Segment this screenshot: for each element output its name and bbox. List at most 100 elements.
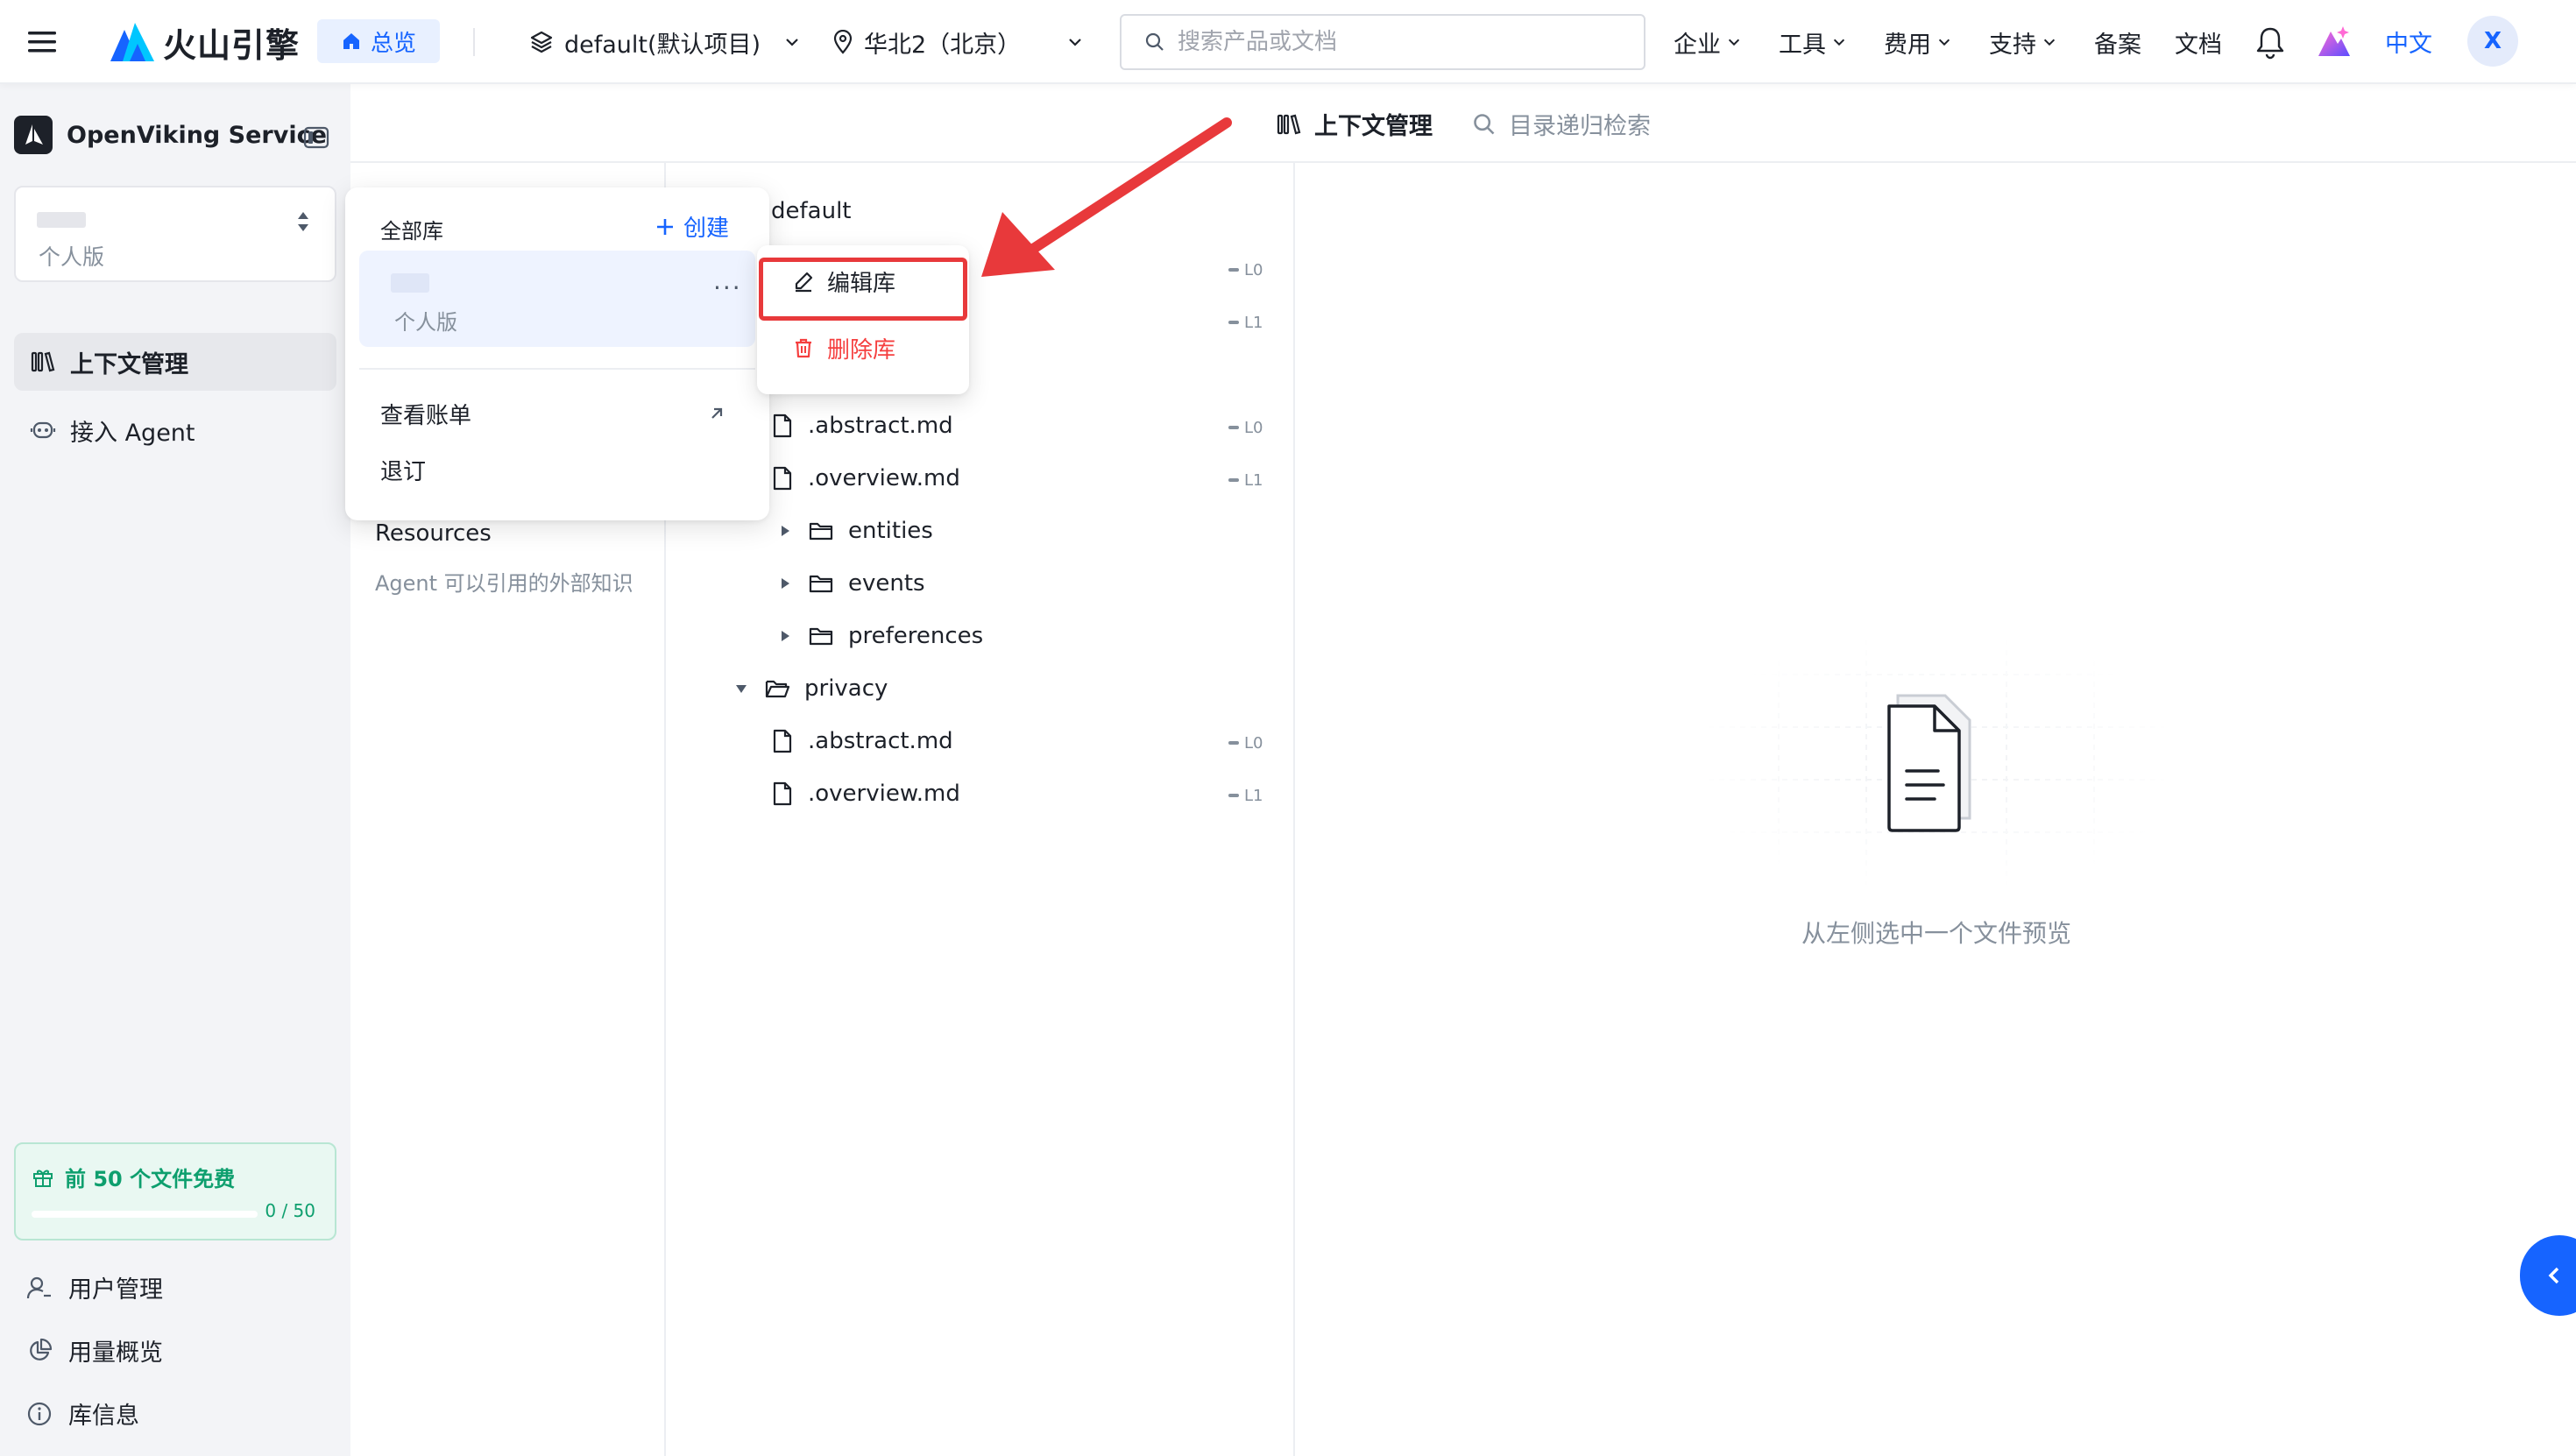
nav-billing[interactable]: 费用 xyxy=(1884,25,1952,60)
search-icon xyxy=(1474,113,1495,134)
tab-context-management[interactable]: 上下文管理 xyxy=(1276,107,1433,141)
tree-row-file[interactable]: .abstract.md xyxy=(771,715,953,767)
library-list-item[interactable]: 个人版 ··· xyxy=(359,251,755,347)
level-tag: L0 xyxy=(1228,732,1263,753)
level-tag: L1 xyxy=(1228,312,1263,333)
file-icon xyxy=(773,466,792,491)
layers-icon xyxy=(530,31,553,53)
sidebar-item-connect-agent[interactable]: 接入 Agent xyxy=(14,401,336,459)
brand-logo[interactable]: 火山引擎 xyxy=(110,19,300,65)
tree-row-file[interactable]: .overview.md xyxy=(771,452,960,505)
external-link-icon[interactable] xyxy=(708,405,725,422)
tree-row-file[interactable]: .overview.md xyxy=(771,767,960,820)
chevron-down-icon xyxy=(2043,39,2056,46)
caret-right-icon[interactable] xyxy=(779,576,791,590)
file-icon xyxy=(773,729,792,753)
sort-icon xyxy=(298,212,308,231)
chevron-down-icon xyxy=(1069,39,1081,46)
gift-icon xyxy=(33,1170,53,1187)
library-selector[interactable]: 个人版 xyxy=(14,186,336,282)
project-selector[interactable]: default(默认项目) xyxy=(529,23,801,61)
delete-library-button[interactable]: 删除库 xyxy=(757,319,969,377)
trash-icon xyxy=(796,338,811,358)
dropdown-header: 全部库 xyxy=(380,219,443,244)
level-tag: L1 xyxy=(1228,785,1263,806)
sidebar-item-label: 上下文管理 xyxy=(70,350,188,378)
library-edition: 个人版 xyxy=(39,244,105,270)
preview-empty-text: 从左侧选中一个文件预览 xyxy=(1801,919,2072,948)
collapse-sidebar-icon[interactable] xyxy=(303,126,329,149)
free-quota-progress xyxy=(32,1211,258,1218)
tab-bar: 上下文管理 目录递归检索 xyxy=(350,84,2576,163)
folder-icon xyxy=(809,522,833,541)
caret-right-icon[interactable] xyxy=(779,524,791,538)
tab-recursive-search[interactable]: 目录递归检索 xyxy=(1472,107,1651,141)
library-name-redacted xyxy=(37,212,86,228)
file-icon xyxy=(773,413,792,438)
service-header: OpenViking Service xyxy=(14,116,327,154)
free-quota-card[interactable]: 前 50 个文件免费 0 / 50 xyxy=(14,1142,336,1240)
free-quota-count: 0 / 50 xyxy=(265,1200,315,1221)
home-icon xyxy=(343,33,359,49)
expand-panel-button[interactable] xyxy=(2520,1235,2576,1316)
search-icon xyxy=(1145,32,1164,51)
level-tag: L1 xyxy=(1228,470,1263,491)
resources-description: Agent 可以引用的外部知识 xyxy=(375,571,633,596)
chevron-down-icon xyxy=(1728,39,1740,46)
unsubscribe-link[interactable]: 退订 xyxy=(380,454,426,486)
file-icon xyxy=(773,781,792,806)
library-icon xyxy=(31,351,55,372)
tree-row-folder[interactable]: events xyxy=(776,557,925,610)
menu-icon[interactable] xyxy=(26,26,58,58)
chevron-down-icon xyxy=(1938,39,1950,46)
nav-enterprise[interactable]: 企业 xyxy=(1674,25,1742,60)
user-avatar[interactable]: X xyxy=(2467,16,2518,67)
tree-row-folder[interactable]: preferences xyxy=(776,610,983,662)
service-name: OpenViking Service xyxy=(67,121,327,149)
pie-chart-icon xyxy=(30,1338,53,1361)
annotation-arrow xyxy=(981,117,1232,277)
sidebar-item-usage-overview[interactable]: 用量概览 xyxy=(26,1333,163,1368)
chevron-down-icon xyxy=(1833,39,1845,46)
chevron-down-icon xyxy=(786,39,798,46)
nav-support[interactable]: 支持 xyxy=(1989,25,2057,60)
project-label: default(默认项目) xyxy=(564,31,761,59)
tree-row-folder-expanded[interactable]: privacy xyxy=(732,662,888,715)
brand-name: 火山引擎 xyxy=(163,25,301,65)
language-switch[interactable]: 中文 xyxy=(2385,25,2432,59)
volcano-logo-icon xyxy=(110,23,154,61)
create-library-button[interactable]: 创建 xyxy=(654,210,729,243)
caret-right-icon[interactable] xyxy=(779,629,791,643)
tree-row-folder[interactable]: entities xyxy=(776,505,933,557)
ai-assistant-icon[interactable] xyxy=(2315,23,2352,60)
library-name-redacted xyxy=(391,273,429,293)
global-search[interactable] xyxy=(1120,14,1645,70)
region-selector[interactable]: 华北2（北京） xyxy=(832,23,1084,61)
resources-category[interactable]: Resources Agent 可以引用的外部知识 xyxy=(375,520,633,597)
view-bill-link[interactable]: 查看账单 xyxy=(380,398,471,430)
search-input[interactable] xyxy=(1178,29,1633,55)
nav-filing[interactable]: 备案 xyxy=(2094,25,2141,60)
nav-tools[interactable]: 工具 xyxy=(1779,25,1847,60)
info-icon xyxy=(27,1402,52,1425)
tree-root-label[interactable]: default xyxy=(771,198,851,224)
user-icon xyxy=(26,1276,51,1298)
tree-row-file[interactable]: .abstract.md xyxy=(771,399,953,452)
sidebar: OpenViking Service 个人版 上下文管理 接入 Agent 前 … xyxy=(0,84,350,1456)
resources-name: Resources xyxy=(375,520,492,547)
sidebar-item-library-info[interactable]: 库信息 xyxy=(26,1396,139,1431)
sidebar-item-label: 接入 Agent xyxy=(70,419,195,447)
bell-icon[interactable] xyxy=(2254,25,2287,60)
more-actions-button[interactable]: ··· xyxy=(713,273,742,302)
top-nav: 企业 工具 费用 支持 备案 文档 xyxy=(1674,23,2255,61)
caret-down-icon[interactable] xyxy=(734,682,748,695)
sidebar-item-context-management[interactable]: 上下文管理 xyxy=(14,333,336,391)
annotation-highlight-box xyxy=(759,258,967,321)
sidebar-item-user-management[interactable]: 用户管理 xyxy=(26,1270,163,1304)
level-tag: L0 xyxy=(1228,417,1263,438)
overview-button[interactable]: 总览 xyxy=(317,19,440,63)
location-icon xyxy=(833,30,853,54)
library-icon xyxy=(1277,114,1301,134)
library-edition: 个人版 xyxy=(394,310,457,335)
nav-docs[interactable]: 文档 xyxy=(2175,25,2222,60)
